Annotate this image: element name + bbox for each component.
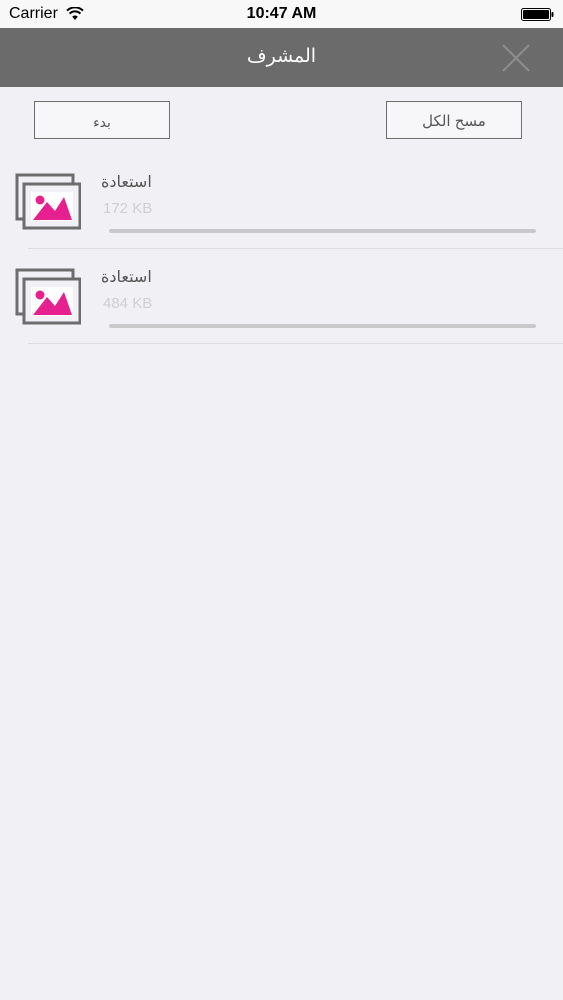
image-stack-icon — [15, 268, 81, 325]
list-item[interactable]: استعادة 484 KB — [0, 250, 563, 344]
status-bar: Carrier 10:47 AM — [0, 0, 563, 28]
progress-bar — [109, 324, 536, 328]
status-time: 10:47 AM — [246, 5, 317, 22]
item-size: 484 KB — [103, 295, 153, 312]
item-title: استعادة — [101, 269, 152, 286]
item-title: استعادة — [101, 174, 152, 191]
clear-all-button[interactable]: مسح الكل — [386, 101, 522, 139]
divider — [28, 248, 563, 249]
nav-bar: المشرف — [0, 28, 563, 87]
battery-icon — [521, 8, 554, 21]
page-title: المشرف — [246, 46, 317, 67]
progress-bar — [109, 229, 536, 233]
start-button[interactable]: بدء — [34, 101, 170, 139]
divider — [28, 343, 563, 344]
item-size: 172 KB — [103, 200, 153, 217]
close-button[interactable] — [498, 40, 534, 76]
image-stack-icon — [15, 173, 81, 230]
list-item[interactable]: استعادة 172 KB — [0, 155, 563, 249]
close-icon — [502, 44, 530, 72]
